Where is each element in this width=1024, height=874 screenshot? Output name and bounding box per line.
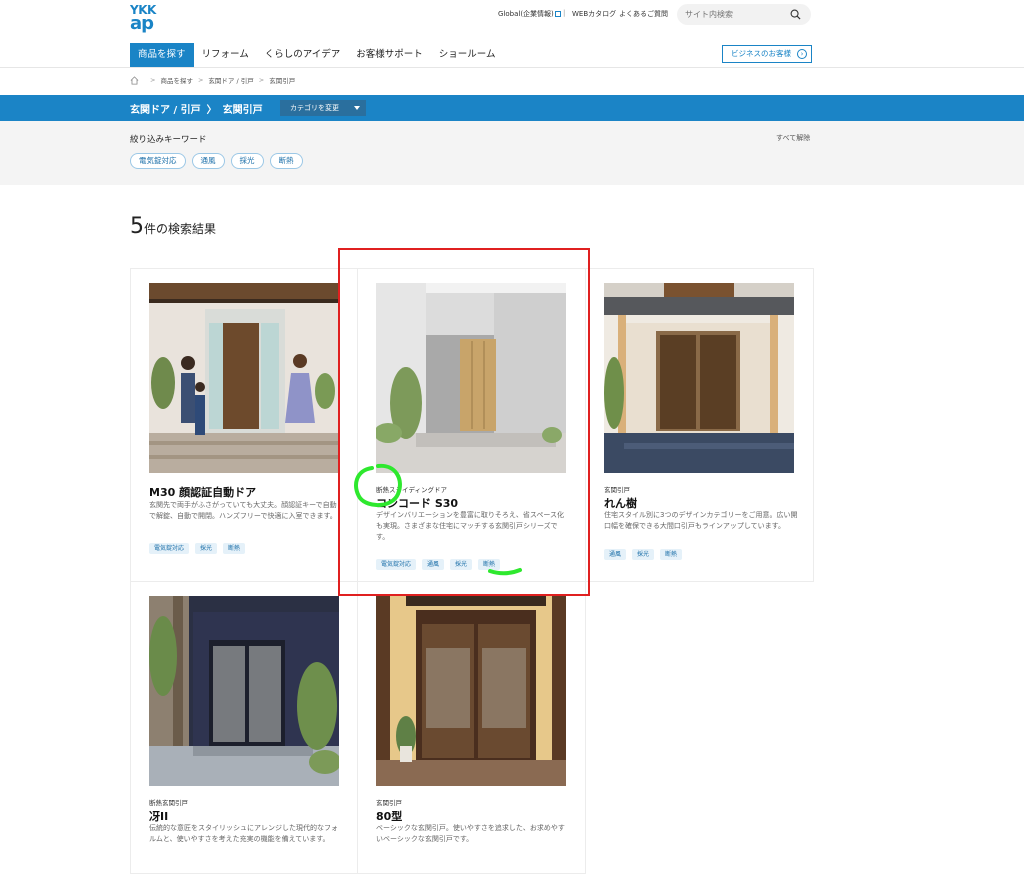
product-photo-80 [376,596,566,786]
product-tag: 断熱 [660,549,683,560]
breadcrumb-separator: > [197,76,204,84]
product-card[interactable]: 玄関引戸 80型 ベーシックな玄関引戸。使いやすさを追求した、お求めやすいベーシ… [358,582,586,874]
arrow-right-circle-icon: › [797,49,807,59]
business-button-label: ビジネスのお客様 [731,49,791,58]
product-card[interactable]: 断熱スライディングドア コンコード S30 デザインバリエーションを豊富に取りそ… [358,268,586,582]
page-title-chevron: 〉 [206,105,217,116]
breadcrumb-separator: > [150,76,156,84]
product-card[interactable]: M30 顔認証自動ドア 玄関先で両手がふさがっていても大丈夫。顔認証キーで自動で… [130,268,358,582]
product-description: ベーシックな玄関引戸。使いやすさを追求した、お求めやすいベーシックな玄関引戸です… [376,824,565,843]
search-input[interactable] [685,7,785,22]
product-title[interactable]: 80型 [376,808,402,824]
site-search [677,4,811,25]
nav-item-showroom[interactable]: ショールーム [431,43,504,67]
product-description: 玄関先で両手がふさがっていても大丈夫。顔認証キーで自動で解錠、自動で開閉。ハンズ… [149,501,337,520]
page-title: 玄関ドア / 引戸〉玄関引戸 [130,101,263,116]
global-link-label: Global(企業情報) [498,10,554,18]
page-title-current: 玄関引戸 [222,105,263,116]
product-photo-renju [604,283,794,473]
faq-link[interactable]: よくあるご質問 [619,9,668,19]
product-category: 玄関引戸 [376,799,402,807]
filter-chip-ventilation[interactable]: 通風 [191,153,225,169]
page-title-parent: 玄関ドア / 引戸 [130,105,201,116]
product-photo-concord-s30 [376,283,566,473]
result-count-label: 件の検索結果 [144,222,217,236]
product-tags: 電気錠対応 通風 採光 断熱 [376,559,501,570]
breadcrumb-doors[interactable]: 玄関ドア / 引戸 [208,75,253,85]
product-title[interactable]: コンコード S30 [376,495,458,511]
site-header: YKK ap Global(企業情報) | WEBカタログ よくあるご質問 商品… [0,0,1024,68]
product-category: 玄関引戸 [604,486,630,494]
category-band: 玄関ドア / 引戸〉玄関引戸 カテゴリを変更 [0,95,1024,121]
product-title[interactable]: M30 顔認証自動ドア [149,484,256,500]
breadcrumb: > 商品を探す > 玄関ドア / 引戸 > 玄関引戸 [130,74,295,86]
breadcrumb-separator: > [258,76,265,84]
product-category: 断熱スライディングドア [376,486,448,494]
nav-item-ideas[interactable]: くらしのアイデア [257,43,349,67]
change-category-button[interactable]: カテゴリを変更 [280,100,366,116]
nav-item-reform[interactable]: リフォーム [194,43,257,67]
product-tag: 採光 [195,543,218,554]
logo-text-ap: ap [130,13,154,34]
product-tags: 通風 採光 断熱 [604,549,683,560]
breadcrumb-products[interactable]: 商品を探す [160,75,193,85]
ykk-ap-logo[interactable]: YKK ap [130,4,160,34]
product-image[interactable] [149,283,339,473]
product-tag: 採光 [450,559,473,570]
caret-down-icon [354,106,360,110]
product-description: 住宅スタイル別に3つのデザインカテゴリーをご用意。広い開口幅を確保できる大間口引… [604,511,798,530]
product-image[interactable] [376,283,566,473]
clear-all-link[interactable]: すべて解除 [776,133,810,143]
product-title[interactable]: れん樹 [604,495,637,511]
main-nav: 商品を探す リフォーム くらしのアイデア お客様サポート ショールーム [130,43,504,67]
product-category: 断熱玄関引戸 [149,799,188,807]
nav-item-products[interactable]: 商品を探す [130,43,194,67]
product-tag: 電気錠対応 [376,559,417,570]
filter-chip-daylight[interactable]: 採光 [230,153,264,169]
product-description: 伝統的な意匠をスタイリッシュにアレンジした現代的なフォルムと、使いやすさを考えた… [149,824,338,843]
product-image[interactable] [604,283,794,473]
result-count-number: 5 [130,214,144,239]
product-photo-sae-ii [149,596,339,786]
filter-chip-insulation[interactable]: 断熱 [269,153,303,169]
home-icon[interactable] [130,75,139,85]
business-customers-button[interactable]: ビジネスのお客様 › [722,45,812,63]
result-count: 5件の検索結果 [130,214,216,239]
external-link-icon [554,11,561,17]
nav-item-support[interactable]: お客様サポート [348,43,431,67]
product-card[interactable]: 断熱玄関引戸 冴II 伝統的な意匠をスタイリッシュにアレンジした現代的なフォルム… [130,582,358,874]
product-tag: 通風 [604,549,627,560]
product-tag: 断熱 [223,543,246,554]
product-image[interactable] [149,596,339,786]
breadcrumb-current: 玄関引戸 [269,77,296,85]
filter-label: 絞り込みキーワード [130,135,207,145]
search-icon[interactable] [790,9,801,20]
product-title[interactable]: 冴II [149,808,168,824]
filter-panel: 絞り込みキーワード すべて解除 電気錠対応 通風 採光 断熱 [0,121,1024,185]
filter-chip-electric-lock[interactable]: 電気錠対応 [130,153,186,169]
global-link[interactable]: Global(企業情報) [498,9,561,19]
web-catalog-link[interactable]: WEBカタログ [572,9,616,19]
change-category-label: カテゴリを変更 [290,104,339,112]
product-tag: 通風 [422,559,445,570]
header-separator: | [563,9,566,17]
product-description: デザインバリエーションを豊富に取りそろえ、省スペース化も実現。さまざまな住宅にマ… [376,511,565,541]
filter-chips: 電気錠対応 通風 採光 断熱 [130,153,303,169]
product-image[interactable] [376,596,566,786]
product-tag: 採光 [632,549,655,560]
product-card[interactable]: 玄関引戸 れん樹 住宅スタイル別に3つのデザインカテゴリーをご用意。広い開口幅を… [586,268,814,582]
product-tag: 断熱 [478,559,501,570]
product-tags: 電気錠対応 採光 断熱 [149,543,246,554]
product-tag: 電気錠対応 [149,543,190,554]
product-photo-m30 [149,283,339,473]
